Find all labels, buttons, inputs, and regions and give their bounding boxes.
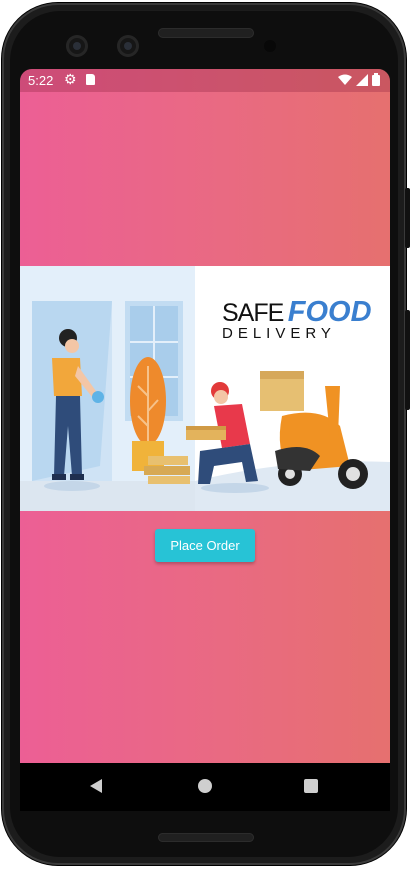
banner-title-safe: SAFE [222,299,284,327]
place-order-button[interactable]: Place Order [155,529,255,562]
status-time: 5:22 [28,73,54,88]
battery-icon [372,73,380,86]
back-icon[interactable] [90,779,102,793]
banner-title: SAFE FOOD DELIVERY [222,296,372,342]
home-icon[interactable] [198,779,212,793]
gear-icon: ⚙ [64,71,77,87]
volume-button [405,310,410,410]
front-camera-icon [66,35,88,57]
proximity-sensor [264,40,276,52]
sd-card-icon [86,74,95,85]
earpiece-speaker [158,28,254,38]
front-camera-icon [117,35,139,57]
status-right-icons [338,73,380,86]
power-button [405,188,410,248]
wifi-icon [338,74,352,85]
navigation-bar [20,763,390,811]
signal-icon [356,73,368,86]
safe-food-delivery-banner: SAFE FOOD DELIVERY [20,266,390,511]
recents-icon[interactable] [304,779,318,793]
banner-title-food: FOOD [287,296,372,328]
bottom-speaker [158,833,254,842]
app-screen: 5:22 ⚙ SAFE FOOD DELIVERY Place Order [20,69,390,763]
status-bar: 5:22 ⚙ [20,69,390,92]
